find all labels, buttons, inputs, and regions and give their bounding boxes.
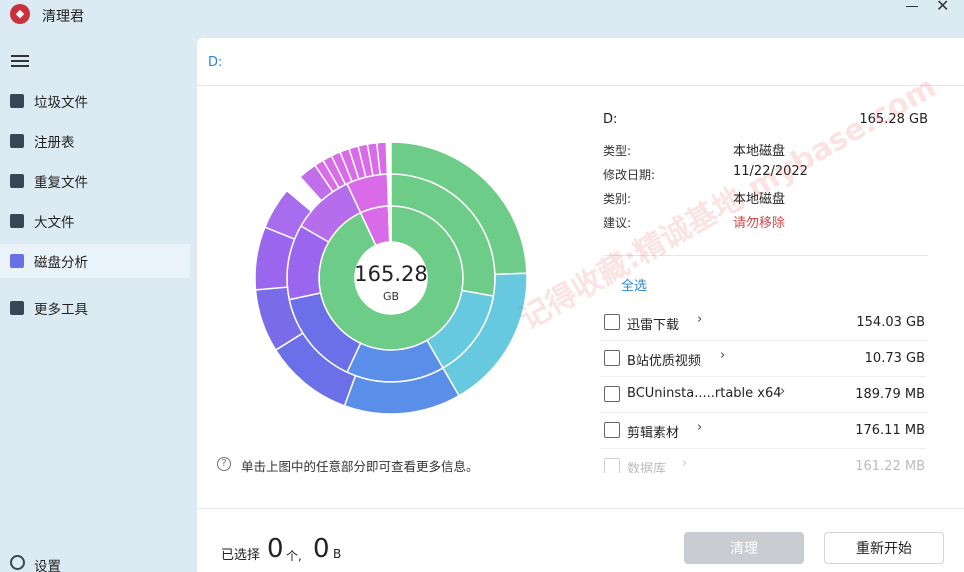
sidebar-item-label: 更多工具	[34, 302, 88, 318]
app-logo-icon: ◆	[10, 4, 30, 24]
settings-link[interactable]: 设置	[34, 555, 61, 572]
info-modified-value: 11/22/2022	[733, 164, 808, 179]
minimize-icon[interactable]	[906, 0, 920, 14]
chevron-right-icon[interactable]: ›	[780, 384, 785, 399]
item-name: 迅雷下载	[627, 318, 680, 333]
selected-count: 0	[267, 534, 284, 564]
list-item[interactable]: 数据库 › 161.22 MB	[600, 449, 926, 473]
duplicate-files-icon	[10, 174, 24, 188]
sidebar-item-registry[interactable]: 注册表	[0, 124, 190, 158]
chevron-right-icon[interactable]: ›	[697, 312, 702, 327]
chart-hint: 单击上图中的任意部分即可查看更多信息。	[241, 459, 479, 474]
disk-total-size: 165.28	[354, 262, 428, 286]
info-category-label: 类别:	[603, 192, 632, 206]
item-size: 10.73 GB	[864, 351, 925, 366]
sidebar-item-label: 磁盘分析	[34, 255, 88, 271]
item-name: BCUninsta.....rtable x64	[627, 386, 782, 401]
item-checkbox[interactable]	[604, 314, 620, 330]
info-total-size: 165.28 GB	[859, 112, 928, 127]
chevron-right-icon[interactable]: ›	[720, 348, 725, 363]
item-size: 154.03 GB	[856, 315, 925, 330]
sidebar-item-disk-analysis[interactable]: 磁盘分析	[0, 244, 190, 278]
sidebar-item-label: 注册表	[34, 135, 75, 151]
current-path[interactable]: D:	[208, 55, 222, 70]
info-advice-value: 请勿移除	[733, 216, 786, 231]
path-bar: D:	[197, 38, 964, 86]
list-item[interactable]: BCUninsta.....rtable x64 › 189.79 MB	[600, 377, 926, 413]
sidebar-item-junk-files[interactable]: 垃圾文件	[0, 84, 190, 118]
item-checkbox[interactable]	[604, 350, 620, 366]
list-item[interactable]: 剪辑素材 › 176.11 MB	[600, 413, 926, 449]
divider	[603, 255, 928, 256]
chevron-right-icon[interactable]: ›	[697, 420, 702, 435]
select-all-link[interactable]: 全选	[621, 275, 647, 294]
title-bar: ◆ 清理君 ✕	[0, 0, 964, 30]
clean-button[interactable]: 清理	[684, 532, 804, 564]
restart-button[interactable]: 重新开始	[824, 532, 944, 564]
item-name: B站优质视频	[627, 354, 701, 369]
info-drive: D:	[603, 112, 618, 127]
disk-segment-inner[interactable]	[387, 205, 392, 243]
registry-icon	[10, 134, 24, 148]
info-type-label: 类型:	[603, 144, 632, 158]
item-checkbox[interactable]	[604, 386, 620, 402]
sidebar-item-large-files[interactable]: 大文件	[0, 204, 190, 238]
close-icon[interactable]: ✕	[936, 0, 949, 15]
selected-size: 0	[313, 534, 330, 564]
info-category-value: 本地磁盘	[733, 192, 786, 207]
list-item[interactable]: B站优质视频 › 10.73 GB	[600, 341, 926, 377]
chevron-right-icon[interactable]: ›	[682, 456, 687, 471]
toolbox-icon	[10, 301, 24, 315]
help-circle-icon: ?	[217, 457, 231, 471]
gear-icon[interactable]	[10, 555, 25, 570]
info-type-value: 本地磁盘	[733, 144, 786, 159]
selected-prefix: 已选择	[221, 548, 261, 563]
sidebar-item-label: 垃圾文件	[34, 95, 88, 111]
item-checkbox[interactable]	[604, 422, 620, 438]
item-size: 176.11 MB	[855, 423, 925, 438]
sidebar-item-label: 重复文件	[34, 175, 88, 191]
disk-total-unit: GB	[382, 290, 400, 303]
disk-icon	[10, 254, 24, 268]
sidebar-item-label: 大文件	[34, 215, 75, 231]
hamburger-menu-icon[interactable]	[11, 55, 29, 69]
info-modified-label: 修改日期:	[603, 168, 656, 182]
trash-icon	[10, 94, 24, 108]
selected-count-unit: 个,	[286, 549, 302, 563]
info-advice-label: 建议:	[603, 216, 632, 230]
item-name: 剪辑素材	[627, 426, 680, 441]
app-title: 清理君	[42, 9, 84, 25]
large-file-icon	[10, 214, 24, 228]
item-name: 数据库	[627, 462, 667, 473]
item-size: 161.22 MB	[855, 459, 925, 473]
selected-size-unit: B	[333, 547, 342, 561]
item-size: 189.79 MB	[855, 387, 925, 402]
item-checkbox[interactable]	[604, 458, 620, 473]
list-item[interactable]: 迅雷下载 › 154.03 GB	[600, 305, 926, 341]
sidebar-item-duplicate-files[interactable]: 重复文件	[0, 164, 190, 198]
sidebar-item-more-tools[interactable]: 更多工具	[0, 291, 190, 325]
